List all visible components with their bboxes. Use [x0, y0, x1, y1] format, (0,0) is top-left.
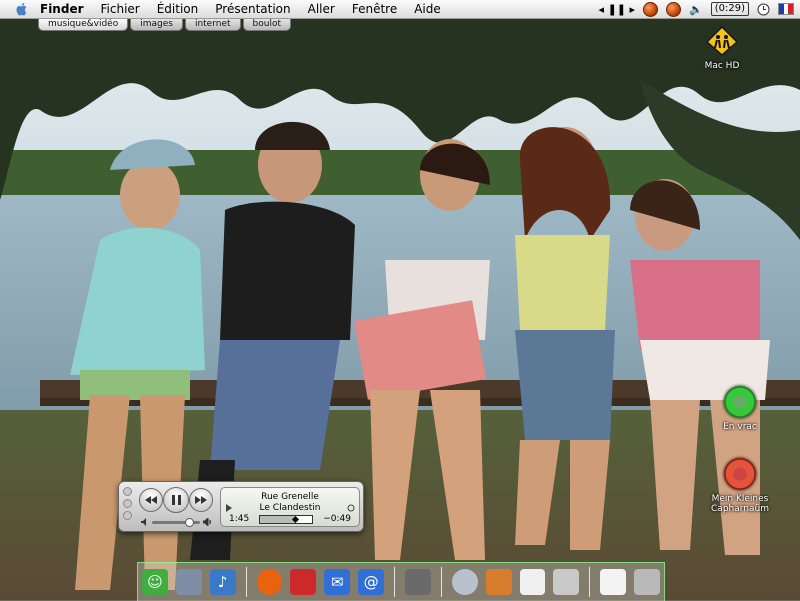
itunes-mini-player: Rue Grenelle Le Clandestin 1:45 −0:49	[118, 481, 364, 532]
battery-icon[interactable]: (0:29)	[710, 2, 749, 16]
en-vrac-desktop-icon[interactable]: En vrac	[712, 386, 768, 432]
remaining-time: −0:49	[323, 514, 351, 524]
itunes-swirl-icon[interactable]: ♪	[209, 569, 236, 595]
menu-finder[interactable]: Finder	[40, 2, 84, 16]
minimize-button[interactable]	[123, 499, 132, 508]
progress-fill	[260, 516, 296, 523]
now-playing-display: Rue Grenelle Le Clandestin 1:45 −0:49	[220, 487, 360, 527]
hard-drive-warning-icon	[705, 25, 739, 56]
mac-pro-icon[interactable]	[175, 569, 202, 595]
volume-track[interactable]	[152, 517, 200, 527]
tab-internet[interactable]: internet	[184, 18, 241, 31]
dock: ☺ ♪ ✉ @	[137, 562, 665, 601]
progress-bar[interactable]	[259, 515, 314, 524]
pause-icon	[171, 495, 181, 505]
rewind-icon	[145, 496, 157, 504]
window-buttons	[123, 487, 132, 520]
red-ring-folder-icon	[724, 458, 756, 490]
finder-icon[interactable]: ☺	[142, 569, 168, 595]
fast-forward-icon	[195, 496, 207, 504]
capharnaum-label-line1: Mein Kleines	[690, 494, 790, 504]
quicktime-icon[interactable]	[451, 569, 478, 595]
close-button[interactable]	[123, 487, 132, 496]
lcd-play-icon[interactable]	[225, 504, 233, 512]
volume-icon[interactable]: 🔈	[689, 1, 703, 17]
dock-separator	[589, 567, 591, 597]
menu-fenetre[interactable]: Fenêtre	[352, 2, 397, 16]
menu-bar: Finder Fichier Édition Présentation Alle…	[0, 0, 800, 19]
elapsed-time: 1:45	[229, 514, 250, 524]
green-ring-folder-icon	[724, 386, 756, 418]
capharnaum-desktop-icon[interactable]: Mein Kleines Capharnaüm	[690, 458, 790, 514]
menu-fichier[interactable]: Fichier	[101, 2, 140, 16]
en-vrac-label: En vrac	[723, 422, 757, 432]
battery-time: (0:29)	[714, 3, 745, 14]
capharnaum-line1-text: Mein Kleines	[711, 494, 769, 504]
orange-orb-icon[interactable]	[666, 1, 682, 17]
trash-icon[interactable]	[634, 569, 661, 595]
mac-hd-desktop-icon[interactable]: Mac HD	[695, 25, 749, 71]
clock-icon[interactable]	[757, 1, 770, 17]
lcd-refresh-icon[interactable]	[347, 504, 355, 512]
orange-orb-icon[interactable]	[643, 1, 659, 17]
previous-track-button[interactable]	[139, 488, 163, 512]
volume-knob[interactable]	[185, 517, 195, 527]
tab-images[interactable]: images	[130, 18, 183, 31]
dock-separator	[245, 567, 247, 597]
track-artist: Le Clandestin	[259, 503, 321, 513]
tab-drawer: musique&vidéo images internet boulot	[38, 18, 293, 31]
menu-aller[interactable]: Aller	[308, 2, 335, 16]
image-viewer-icon[interactable]	[553, 569, 580, 595]
menu-edition[interactable]: Édition	[157, 2, 199, 16]
track-title: Rue Grenelle	[261, 492, 319, 502]
capharnaum-label-line2: Capharnaüm	[711, 504, 769, 514]
volume-low-icon	[141, 518, 146, 526]
menu-aide[interactable]: Aide	[414, 2, 441, 16]
stickies-icon[interactable]	[600, 569, 627, 595]
apple-logo-icon[interactable]	[14, 1, 30, 17]
preview-icon[interactable]	[405, 569, 431, 595]
firefox-icon[interactable]	[256, 569, 283, 595]
volume-high-icon	[203, 518, 211, 526]
address-book-icon[interactable]: @	[358, 569, 385, 595]
menu-presentation[interactable]: Présentation	[215, 2, 290, 16]
next-track-button[interactable]	[189, 488, 213, 512]
textedit-icon[interactable]	[519, 569, 546, 595]
mac-hd-label: Mac HD	[704, 61, 740, 71]
dock-separator	[440, 567, 442, 597]
dock-separator	[394, 567, 396, 597]
mail-icon[interactable]: ✉	[324, 569, 351, 595]
tab-musique-video[interactable]: musique&vidéo	[38, 18, 129, 31]
transmission-icon[interactable]	[290, 569, 317, 595]
play-pause-button[interactable]	[163, 487, 189, 513]
zoom-button[interactable]	[123, 511, 132, 520]
tab-boulot[interactable]: boulot	[242, 18, 292, 31]
french-flag-icon[interactable]	[778, 3, 794, 15]
play-pause-icon[interactable]: ◂ ❚❚ ▸	[599, 1, 635, 17]
volume-slider[interactable]	[141, 517, 213, 527]
photo-icon[interactable]	[485, 569, 512, 595]
status-area: ◂ ❚❚ ▸ 🔈 (0:29)	[599, 0, 794, 18]
